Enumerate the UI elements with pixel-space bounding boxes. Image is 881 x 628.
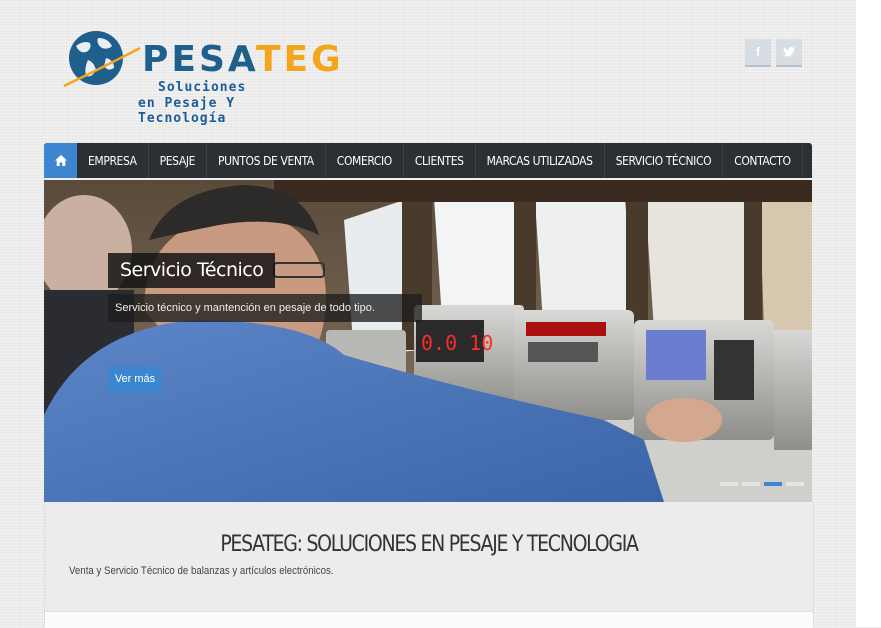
nav-item-servicio-tecnico[interactable]: SERVICIO TÉCNICO <box>605 143 724 178</box>
slider-dot[interactable] <box>742 482 760 486</box>
nav-item-marcas-utilizadas[interactable]: MARCAS UTILIZADAS <box>476 143 605 178</box>
content-divider <box>45 611 813 628</box>
home-button[interactable] <box>44 143 77 178</box>
brand-name: PESATEG <box>142 39 344 80</box>
main-nav: EMPRESA PESAJE PUNTOS DE VENTA COMERCIO … <box>44 143 812 178</box>
page-edge <box>856 0 881 627</box>
twitter-icon[interactable] <box>776 39 802 67</box>
slider-dot-active[interactable] <box>764 482 782 486</box>
nav-item-contacto[interactable]: CONTACTO <box>723 143 803 178</box>
nav-item-comercio[interactable]: COMERCIO <box>326 143 404 178</box>
facebook-icon[interactable]: f <box>745 39 771 67</box>
slider-pagination <box>720 482 804 486</box>
home-icon <box>54 155 67 166</box>
globe-icon <box>63 31 141 88</box>
nav-item-pesaje[interactable]: PESAJE <box>149 143 208 178</box>
hero-slider[interactable]: 0.0 10 Servicio Técnico Servicio técnico… <box>44 180 812 502</box>
scale-display-value: 0.0 10 <box>421 331 493 355</box>
page-title: PESATEG: SOLUCIONES EN PESAJE Y TECNOLOG… <box>220 532 639 557</box>
logo-tagline-1: Soluciones <box>158 80 247 95</box>
logo-tagline-2: en Pesaje Y Tecnología <box>138 96 236 126</box>
slide-description: Servicio técnico y mantención en pesaje … <box>108 294 422 322</box>
nav-item-clientes[interactable]: CLIENTES <box>404 143 476 178</box>
ver-mas-button[interactable]: Ver más <box>108 366 162 393</box>
slide-title: Servicio Técnico <box>108 253 276 288</box>
slide-image: 0.0 10 <box>44 180 812 502</box>
slider-dot[interactable] <box>786 482 804 486</box>
nav-item-empresa[interactable]: EMPRESA <box>77 143 149 178</box>
site-logo[interactable]: PESATEG Soluciones en Pesaje Y Tecnologí… <box>62 28 341 126</box>
nav-item-puntos-de-venta[interactable]: PUNTOS DE VENTA <box>207 143 326 178</box>
slider-dot[interactable] <box>720 482 738 486</box>
intro-section: PESATEG: SOLUCIONES EN PESAJE Y TECNOLOG… <box>44 502 814 628</box>
page-subtitle: Venta y Servicio Técnico de balanzas y a… <box>69 565 334 577</box>
